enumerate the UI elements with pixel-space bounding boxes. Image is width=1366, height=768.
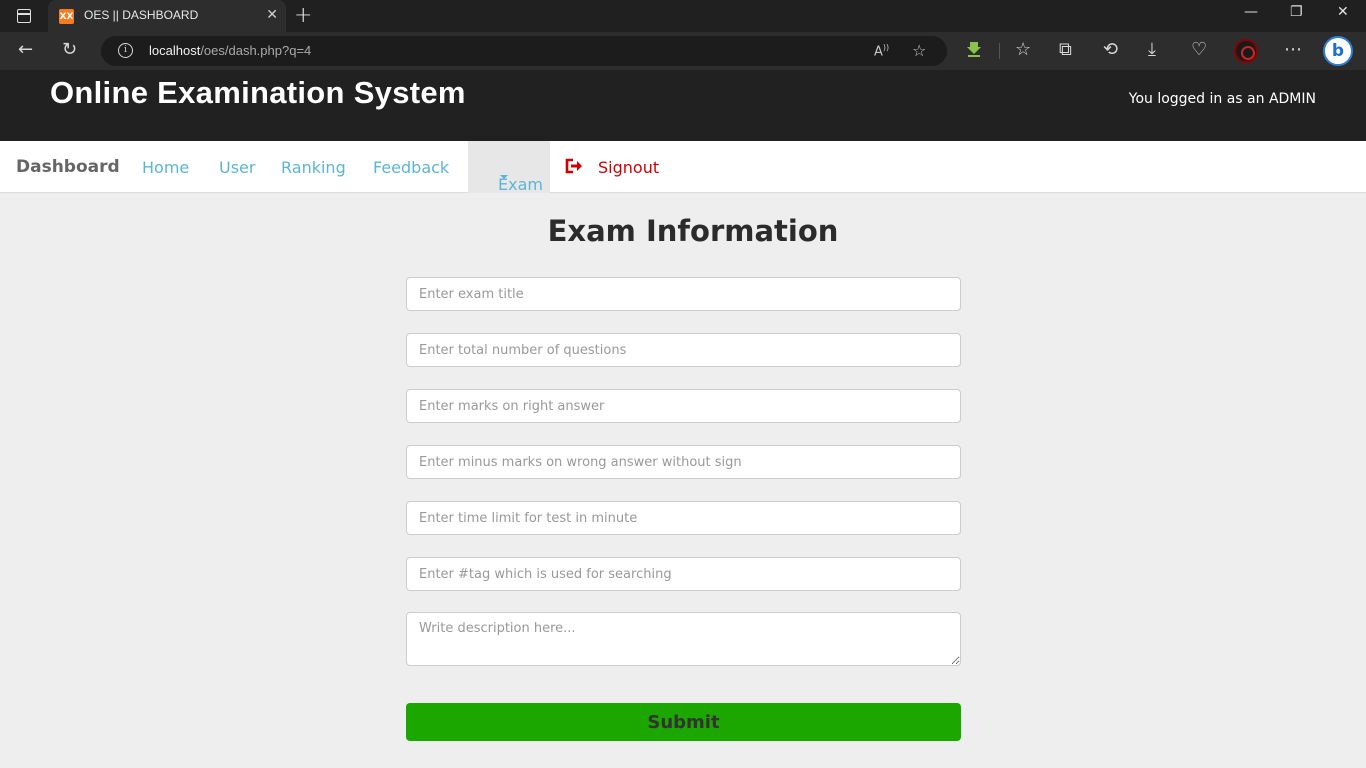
browser-toolbar: ← ↻ i localhost/oes/dash.php?q=4 A)) ☆ ☆… bbox=[0, 32, 1366, 70]
exam-title-input[interactable] bbox=[406, 277, 961, 311]
signout-icon[interactable] bbox=[565, 158, 583, 174]
logged-in-status: You logged in as an ADMIN bbox=[1128, 91, 1316, 107]
history-icon[interactable]: ⟲ bbox=[1103, 40, 1118, 60]
close-window-icon[interactable]: ✕ bbox=[1337, 4, 1349, 20]
favorite-star-icon[interactable]: ☆ bbox=[912, 41, 926, 60]
total-questions-input[interactable] bbox=[406, 333, 961, 367]
refresh-icon[interactable]: ↻ bbox=[62, 40, 77, 60]
minimize-icon[interactable]: — bbox=[1244, 4, 1258, 20]
site-info-icon[interactable]: i bbox=[118, 43, 133, 58]
more-options-icon[interactable]: ⋯ bbox=[1284, 40, 1302, 60]
performance-icon[interactable]: ♡ bbox=[1191, 40, 1207, 60]
new-tab-icon[interactable]: + bbox=[294, 3, 312, 28]
description-textarea[interactable] bbox=[406, 612, 961, 666]
nav-link-user[interactable]: User bbox=[219, 158, 255, 177]
back-icon[interactable]: ← bbox=[18, 40, 33, 60]
bing-chat-icon[interactable]: b bbox=[1323, 36, 1353, 66]
url-text[interactable]: localhost/oes/dash.php?q=4 bbox=[149, 43, 311, 58]
favorites-icon[interactable]: ☆ bbox=[1015, 40, 1031, 60]
time-limit-input[interactable] bbox=[406, 501, 961, 535]
browser-tab[interactable]: XX OES || DASHBOARD ✕ bbox=[48, 0, 286, 32]
tab-close-icon[interactable]: ✕ bbox=[266, 7, 278, 23]
form-title: Exam Information bbox=[547, 214, 839, 248]
site-header: Online Examination System You logged in … bbox=[0, 70, 1366, 141]
nav-link-home[interactable]: Home bbox=[142, 158, 189, 177]
nav-brand-dashboard[interactable]: Dashboard bbox=[16, 157, 120, 177]
tab-title: OES || DASHBOARD bbox=[84, 8, 199, 22]
site-title: Online Examination System bbox=[50, 75, 466, 110]
nav-exam-dropdown[interactable]: Exam bbox=[468, 141, 550, 194]
downloads-icon[interactable]: ⤓ bbox=[1148, 40, 1156, 60]
profile-icon[interactable] bbox=[1234, 39, 1258, 63]
browser-tab-bar: XX OES || DASHBOARD ✕ + — ❐ ✕ bbox=[0, 0, 1366, 32]
nav-link-feedback[interactable]: Feedback bbox=[373, 158, 449, 177]
favicon-icon: XX bbox=[59, 9, 74, 24]
tag-input[interactable] bbox=[406, 557, 961, 591]
right-marks-input[interactable] bbox=[406, 389, 961, 423]
wrong-marks-input[interactable] bbox=[406, 445, 961, 479]
toolbar-separator bbox=[999, 43, 1000, 59]
tab-actions-icon[interactable] bbox=[10, 6, 38, 26]
caret-down-icon bbox=[500, 175, 508, 179]
main-navbar: Dashboard Home User Ranking Feedback Exa… bbox=[0, 141, 1366, 194]
signout-link[interactable]: Signout bbox=[598, 158, 659, 177]
download-extension-icon[interactable] bbox=[966, 41, 982, 57]
nav-link-ranking[interactable]: Ranking bbox=[281, 158, 346, 177]
address-bar[interactable]: i localhost/oes/dash.php?q=4 A)) ☆ bbox=[101, 36, 947, 66]
collections-icon[interactable]: ⧉ bbox=[1059, 40, 1072, 60]
submit-button[interactable]: Submit bbox=[406, 703, 961, 741]
restore-icon[interactable]: ❐ bbox=[1290, 4, 1303, 20]
read-aloud-icon[interactable]: A)) bbox=[874, 43, 889, 59]
